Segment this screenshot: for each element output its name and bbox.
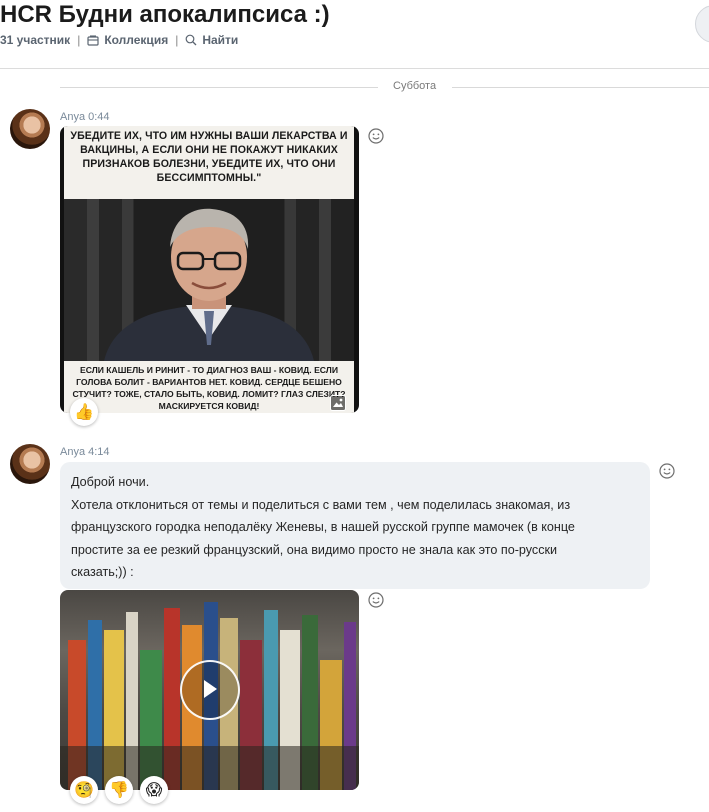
portrait-illustration: [104, 208, 314, 361]
emoji-icon[interactable]: [368, 592, 384, 608]
gallery-icon[interactable]: [330, 395, 346, 411]
image-text-top: УБЕДИТЕ ИХ, ЧТО ИМ НУЖНЫ ВАШИ ЛЕКАРСТВА …: [70, 130, 348, 184]
reaction-thumbs-up[interactable]: 👍: [70, 398, 98, 426]
chat-title[interactable]: HCR Будни апокалипсиса :): [0, 1, 330, 29]
day-divider: Суббота: [60, 80, 709, 94]
chat-subbar: 31 участник | Коллекция | Найти: [0, 33, 238, 47]
avatar[interactable]: [10, 109, 50, 149]
message-line: Хотела отклониться от темы и поделиться …: [71, 497, 571, 512]
header-action-button[interactable]: [695, 5, 709, 43]
message-line: сказать;)) :: [71, 565, 134, 580]
reaction-shocked[interactable]: 😱: [140, 776, 168, 804]
message-author: Anya 0:44: [60, 111, 110, 123]
message-image[interactable]: УБЕДИТЕ ИХ, ЧТО ИМ НУЖНЫ ВАШИ ЛЕКАРСТВА …: [60, 126, 359, 413]
message-line: Доброй ночи.: [71, 475, 150, 489]
collection-button[interactable]: Коллекция: [87, 33, 168, 47]
image-caption-bottom: ЕСЛИ КАШЕЛЬ И РИНИТ - ТО ДИАГНОЗ ВАШ - К…: [64, 361, 354, 413]
video-thumbnail[interactable]: [60, 590, 359, 790]
collection-label: Коллекция: [104, 33, 169, 47]
divider-line: [60, 87, 378, 88]
avatar[interactable]: [10, 444, 50, 484]
collection-icon: [87, 34, 99, 46]
participants-link[interactable]: 31 участник: [0, 33, 70, 47]
divider-line: [452, 87, 709, 88]
search-icon: [185, 34, 197, 46]
emoji-icon[interactable]: [368, 128, 384, 144]
chat-header: HCR Будни апокалипсиса :) 31 участник | …: [0, 0, 709, 69]
day-divider-label: Суббота: [393, 80, 437, 92]
search-button[interactable]: Найти: [185, 33, 238, 47]
image-text-bottom: ЕСЛИ КАШЕЛЬ И РИНИТ - ТО ДИАГНОЗ ВАШ - К…: [72, 365, 346, 411]
search-label: Найти: [202, 33, 239, 47]
separator: |: [175, 33, 179, 47]
message-line: простите за ее резкий французский, она в…: [71, 542, 558, 557]
play-button[interactable]: [180, 660, 240, 720]
reaction-thumbs-down[interactable]: 👎: [105, 776, 133, 804]
separator: |: [77, 33, 81, 47]
message-text: Доброй ночи. Хотела отклониться от темы …: [71, 471, 641, 584]
message-author: Anya 4:14: [60, 446, 110, 458]
reaction-thinking[interactable]: 🧐: [70, 776, 98, 804]
shelf-edge: [60, 746, 359, 790]
image-caption-top: УБЕДИТЕ ИХ, ЧТО ИМ НУЖНЫ ВАШИ ЛЕКАРСТВА …: [64, 126, 354, 199]
emoji-icon[interactable]: [659, 463, 675, 479]
message-bubble[interactable]: Доброй ночи. Хотела отклониться от темы …: [60, 462, 650, 589]
message-line: французского городка неподалёку Женевы, …: [71, 520, 575, 535]
